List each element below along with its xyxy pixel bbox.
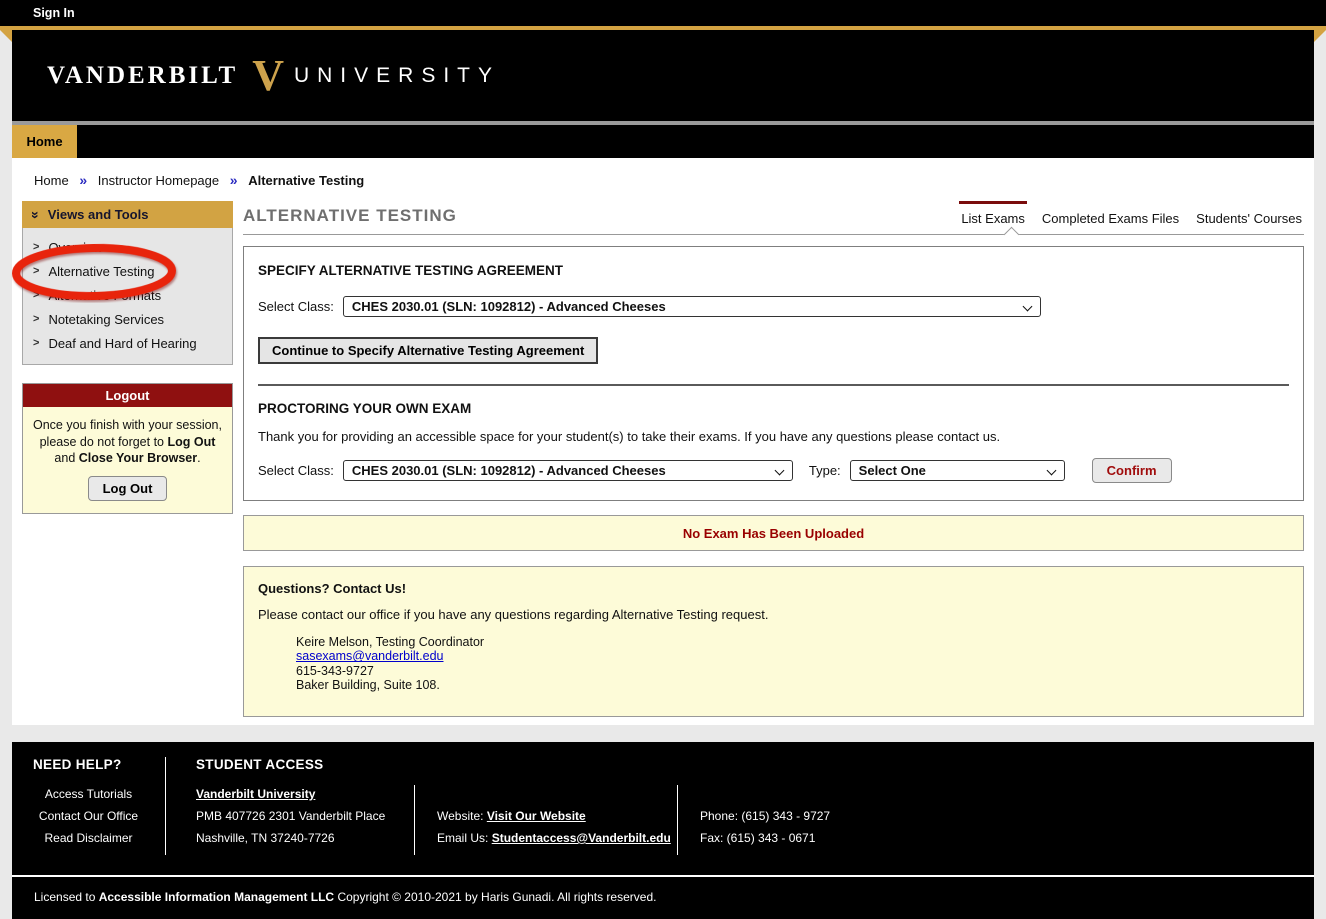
sign-in-link[interactable]: Sign In bbox=[33, 6, 75, 20]
logo-wordmark-university: UNIVERSITY bbox=[294, 64, 500, 88]
sidebar-item-alternative-formats[interactable]: > Alternative Formats bbox=[23, 283, 232, 307]
footer-website-row: Website: Visit Our Website bbox=[437, 805, 677, 827]
footer-need-help-column: NEED HELP? Access Tutorials Contact Our … bbox=[12, 757, 166, 855]
active-tab-notch bbox=[1004, 227, 1020, 243]
chevrons-down-icon: » bbox=[28, 211, 44, 219]
sidebar-item-deaf-and-hard-of-hearing[interactable]: > Deaf and Hard of Hearing bbox=[23, 331, 232, 355]
footer: NEED HELP? Access Tutorials Contact Our … bbox=[12, 742, 1314, 919]
sidebar: » Views and Tools > Overview > Alternati… bbox=[22, 201, 233, 514]
continue-to-specify-button[interactable]: Continue to Specify Alternative Testing … bbox=[258, 337, 598, 364]
specify-class-select-value: CHES 2030.01 (SLN: 1092812) - Advanced C… bbox=[352, 299, 666, 314]
breadcrumb-separator-icon: » bbox=[79, 172, 87, 188]
breadcrumb-instructor-homepage[interactable]: Instructor Homepage bbox=[98, 173, 219, 188]
contact-message: Please contact our office if you have an… bbox=[258, 607, 1289, 622]
contact-heading: Questions? Contact Us! bbox=[258, 581, 1289, 596]
chevron-down-icon bbox=[1022, 302, 1032, 312]
chevron-right-icon: > bbox=[33, 265, 39, 277]
site-header: VANDERBILT V UNIVERSITY bbox=[12, 30, 1314, 121]
footer-phone: Phone: (615) 343 - 9727 bbox=[700, 805, 830, 827]
sidebar-item-label: Alternative Formats bbox=[48, 288, 161, 303]
proctoring-class-select[interactable]: CHES 2030.01 (SLN: 1092812) - Advanced C… bbox=[343, 460, 793, 481]
contact-name: Keire Melson, Testing Coordinator bbox=[296, 635, 1289, 649]
proctoring-message: Thank you for providing an accessible sp… bbox=[258, 429, 1289, 444]
breadcrumb: Home » Instructor Homepage » Alternative… bbox=[34, 172, 1304, 188]
footer-fax: Fax: (615) 343 - 0671 bbox=[700, 827, 830, 849]
breadcrumb-alternative-testing: Alternative Testing bbox=[248, 173, 364, 188]
footer-link-access-tutorials[interactable]: Access Tutorials bbox=[12, 783, 165, 805]
specify-class-select[interactable]: CHES 2030.01 (SLN: 1092812) - Advanced C… bbox=[343, 296, 1041, 317]
tab-completed-exams-files[interactable]: Completed Exams Files bbox=[1040, 201, 1181, 226]
sidebar-item-label: Notetaking Services bbox=[48, 312, 164, 327]
content-area: Home » Instructor Homepage » Alternative… bbox=[12, 158, 1314, 725]
sidebar-menu: > Overview > Alternative Testing > Alter… bbox=[22, 228, 233, 365]
tab-students-courses[interactable]: Students' Courses bbox=[1194, 201, 1304, 226]
signin-bar: Sign In bbox=[0, 0, 1326, 26]
chevron-right-icon: > bbox=[33, 337, 39, 349]
testing-forms-box: SPECIFY ALTERNATIVE TESTING AGREEMENT Se… bbox=[243, 246, 1304, 501]
footer-email-link[interactable]: Studentaccess@Vanderbilt.edu bbox=[492, 831, 671, 845]
need-help-heading: NEED HELP? bbox=[12, 757, 165, 772]
specify-select-class-label: Select Class: bbox=[258, 299, 334, 314]
gold-corner-fold-left bbox=[0, 30, 12, 42]
breadcrumb-home[interactable]: Home bbox=[34, 173, 69, 188]
chevron-right-icon: > bbox=[33, 313, 39, 325]
contact-address: Baker Building, Suite 108. bbox=[296, 678, 1289, 692]
chevron-down-icon bbox=[774, 466, 784, 476]
sidebar-item-notetaking-services[interactable]: > Notetaking Services bbox=[23, 307, 232, 331]
footer-vanderbilt-university-link[interactable]: Vanderbilt University bbox=[196, 783, 414, 805]
tab-list-exams[interactable]: List Exams bbox=[959, 201, 1027, 226]
contact-email-link[interactable]: sasexams@vanderbilt.edu bbox=[296, 649, 444, 663]
no-exam-banner-text: No Exam Has Been Uploaded bbox=[683, 526, 864, 541]
footer-visit-website-link[interactable]: Visit Our Website bbox=[487, 809, 586, 823]
vanderbilt-v-monogram-icon: V bbox=[252, 56, 284, 96]
section-divider bbox=[258, 384, 1289, 386]
breadcrumb-separator-icon: » bbox=[230, 172, 238, 188]
footer-address-line2: Nashville, TN 37240-7726 bbox=[196, 827, 414, 849]
proctoring-section-heading: PROCTORING YOUR OWN EXAM bbox=[258, 401, 1289, 416]
proctoring-select-class-label: Select Class: bbox=[258, 463, 334, 478]
sidebar-item-label: Deaf and Hard of Hearing bbox=[48, 336, 196, 351]
logout-panel: Logout Once you finish with your session… bbox=[22, 383, 233, 514]
chevron-right-icon: > bbox=[33, 241, 39, 253]
footer-student-access-column: STUDENT ACCESS Vanderbilt University PMB… bbox=[166, 757, 1314, 855]
chevron-down-icon bbox=[1046, 466, 1056, 476]
logout-note: Once you finish with your session, pleas… bbox=[33, 418, 222, 465]
logo-wordmark-vanderbilt: VANDERBILT bbox=[47, 62, 238, 90]
type-select-value: Select One bbox=[859, 463, 926, 478]
footer-link-read-disclaimer[interactable]: Read Disclaimer bbox=[12, 827, 165, 849]
footer-email-row: Email Us: Studentaccess@Vanderbilt.edu bbox=[437, 827, 677, 849]
main-navbar: Home bbox=[12, 125, 1314, 158]
no-exam-banner: No Exam Has Been Uploaded bbox=[243, 515, 1304, 551]
type-select[interactable]: Select One bbox=[850, 460, 1065, 481]
log-out-button[interactable]: Log Out bbox=[88, 476, 168, 501]
footer-link-contact-our-office[interactable]: Contact Our Office bbox=[12, 805, 165, 827]
contact-phone: 615-343-9727 bbox=[296, 664, 1289, 678]
type-label: Type: bbox=[809, 463, 841, 478]
contact-box: Questions? Contact Us! Please contact ou… bbox=[243, 566, 1304, 717]
proctoring-class-select-value: CHES 2030.01 (SLN: 1092812) - Advanced C… bbox=[352, 463, 666, 478]
sidebar-header-views-and-tools[interactable]: » Views and Tools bbox=[22, 201, 233, 228]
vanderbilt-logo: VANDERBILT V UNIVERSITY bbox=[47, 56, 500, 96]
license-bar: Licensed to Accessible Information Manag… bbox=[12, 877, 1314, 919]
sidebar-header-label: Views and Tools bbox=[48, 207, 149, 222]
chevron-right-icon: > bbox=[33, 289, 39, 301]
specify-section-heading: SPECIFY ALTERNATIVE TESTING AGREEMENT bbox=[258, 263, 1289, 278]
sidebar-item-label: Overview bbox=[48, 240, 102, 255]
confirm-button[interactable]: Confirm bbox=[1092, 458, 1172, 483]
footer-address-line1: PMB 407726 2301 Vanderbilt Place bbox=[196, 805, 414, 827]
page-title: ALTERNATIVE TESTING bbox=[243, 206, 457, 226]
main-panel: ALTERNATIVE TESTING List Exams Completed… bbox=[243, 201, 1304, 717]
view-tabs: List Exams Completed Exams Files Student… bbox=[959, 201, 1304, 226]
sidebar-item-alternative-testing[interactable]: > Alternative Testing bbox=[23, 259, 232, 283]
nav-tab-home[interactable]: Home bbox=[12, 125, 77, 158]
sidebar-item-label: Alternative Testing bbox=[48, 264, 154, 279]
logout-panel-header: Logout bbox=[23, 384, 232, 407]
student-access-heading: STUDENT ACCESS bbox=[196, 757, 1314, 772]
sidebar-item-overview[interactable]: > Overview bbox=[23, 235, 232, 259]
gold-corner-fold-right bbox=[1314, 30, 1326, 42]
